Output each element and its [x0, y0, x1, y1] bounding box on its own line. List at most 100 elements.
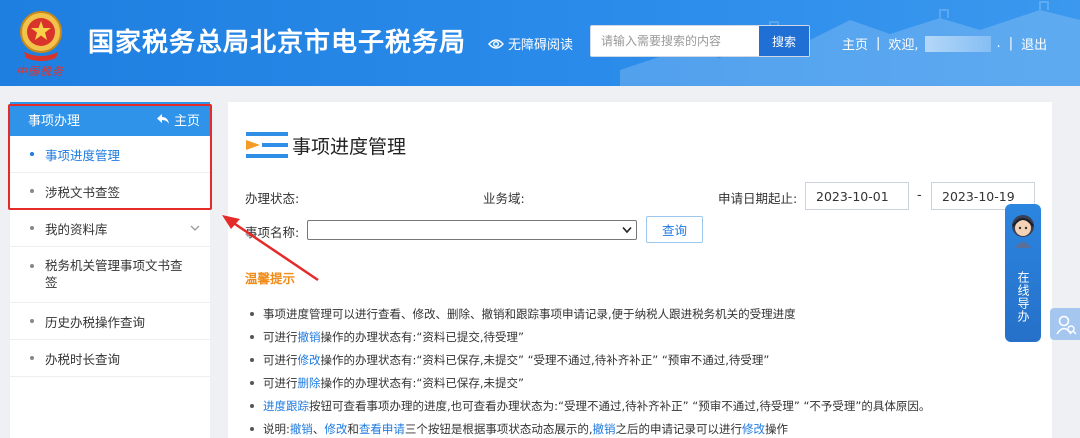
- tip-text: 可进行删除操作的办理状态有:“资料已保存,未提交”: [263, 375, 524, 391]
- accessibility-label: 无障碍阅读: [508, 38, 574, 53]
- header-links: 主页 | 欢迎, . | 退出: [842, 34, 1047, 53]
- tip-highlight-link: 撤销: [592, 421, 616, 436]
- sidebar-home-link[interactable]: 主页: [156, 110, 200, 129]
- tip-segment: 可进行: [263, 375, 298, 390]
- separator: |: [1008, 36, 1014, 51]
- tip-text: 可进行撤销操作的办理状态有:“资料已提交,待受理”: [263, 329, 524, 345]
- trailing-dot: .: [996, 36, 1001, 51]
- status-label: 办理状态:: [245, 191, 300, 206]
- search-box: 搜索: [590, 25, 810, 57]
- separator: |: [876, 36, 881, 51]
- tip-text: 说明:撤销、修改和查看申请三个按钮是根据事项状态动态展示的,撤销之后的申请记录可…: [263, 421, 788, 437]
- bullet-dot: [30, 226, 34, 230]
- user-service-button[interactable]: [1050, 308, 1080, 340]
- sidebar-item-authority-documents[interactable]: 税务机关管理事项文书查 签: [10, 247, 210, 303]
- sidebar-item-label: 历史办税操作查询: [45, 314, 146, 330]
- sidebar-home-label: 主页: [173, 113, 200, 129]
- tips-title: 温馨提示: [245, 271, 296, 286]
- home-link[interactable]: 主页: [842, 34, 868, 53]
- tip-segment: 操作的办理状态有:“资料已提交,待受理”: [320, 329, 524, 344]
- sidebar-item-duration-query[interactable]: 办税时长查询: [10, 340, 210, 377]
- bullet-dot: [250, 403, 254, 408]
- tip-segment: 之后的申请记录可以进行: [615, 421, 743, 436]
- tip-highlight-link: 修改: [742, 421, 766, 436]
- search-button[interactable]: 搜索: [759, 26, 809, 56]
- tips-list: 事项进度管理可以进行查看、修改、删除、撤销和跟踪事项申请记录,便于纳税人跟进税务…: [250, 302, 1040, 438]
- tip-text: 可进行修改操作的办理状态有:“资料已保存,未提交” “受理不通过,待补齐补正” …: [263, 352, 769, 368]
- tip-segment: 可进行: [263, 352, 298, 367]
- tip-segment: 、: [312, 421, 325, 436]
- tip-highlight-link: 撤销: [289, 421, 313, 436]
- tip-item: 进度跟踪按钮可查看事项办理的进度,也可查看办理状态为:“受理不通过,待补齐补正”…: [250, 394, 1040, 417]
- sidebar-item-tax-document-sign[interactable]: 涉税文书查签: [10, 173, 210, 210]
- sidebar-item-my-library[interactable]: 我的资料库: [10, 210, 210, 247]
- date-from-input[interactable]: 2023-10-01: [805, 182, 909, 210]
- bullet-dot: [30, 319, 34, 323]
- tip-segment: 可进行: [263, 329, 298, 344]
- main-panel: 事项进度管理 办理状态: 业务域: 申请日期起止: 2023-10-01 - 2…: [228, 102, 1052, 438]
- item-name-select[interactable]: [307, 220, 637, 240]
- tip-segment: 操作: [765, 421, 789, 436]
- sidebar-item-label: 我的资料库: [45, 221, 108, 237]
- label-line-2: 签: [45, 275, 58, 290]
- online-guide-widget[interactable]: 在线导办: [1005, 204, 1041, 342]
- domain-label: 业务域:: [483, 191, 525, 206]
- list-title-icon: [246, 132, 288, 158]
- welcome-text: 欢迎,: [888, 38, 919, 53]
- sidebar-item-label: 涉税文书查签: [45, 184, 121, 200]
- sidebar-item-label: 办税时长查询: [45, 351, 121, 367]
- sidebar: 事项办理 主页 事项进度管理 涉税文书查签 我的资料库 税务机关管理事项文书查 …: [10, 102, 210, 438]
- bullet-dot: [30, 264, 34, 268]
- site-title: 国家税务总局北京市电子税务局: [88, 28, 467, 58]
- eye-icon: [488, 38, 504, 49]
- tip-segment: 操作的办理状态有:“资料已保存,未提交” “受理不通过,待补齐补正” “预审不通…: [320, 352, 770, 367]
- tip-item: 可进行删除操作的办理状态有:“资料已保存,未提交”: [250, 371, 1040, 394]
- tip-item: 可进行修改操作的办理状态有:“资料已保存,未提交” “受理不通过,待补齐补正” …: [250, 348, 1040, 371]
- item-name-label: 事项名称:: [245, 225, 300, 240]
- bullet-dot: [250, 426, 254, 431]
- masked-username: [924, 35, 991, 52]
- tip-highlight-link: 撤销: [297, 329, 321, 344]
- emblem-caption: 中国税务: [16, 65, 64, 78]
- query-button[interactable]: 查询: [646, 216, 703, 243]
- user-search-icon: [1056, 315, 1077, 335]
- sidebar-section-title: 事项办理: [28, 113, 81, 129]
- chevron-down-icon: [190, 225, 200, 231]
- bullet-dot: [30, 189, 34, 193]
- online-guide-label: 在线导办: [1016, 271, 1030, 323]
- tip-text: 事项进度管理可以进行查看、修改、删除、撤销和跟踪事项申请记录,便于纳税人跟进税务…: [263, 306, 796, 322]
- tip-segment: 说明:: [263, 421, 290, 436]
- sidebar-item-label: 事项进度管理: [45, 147, 121, 163]
- bullet-dot: [250, 357, 254, 362]
- bullet-dot: [30, 356, 34, 360]
- tip-segment: 三个按钮是根据事项状态动态展示的,: [404, 421, 593, 436]
- label-line-1: 税务机关管理事项文书查: [45, 258, 183, 273]
- bullet-dot: [250, 334, 254, 339]
- tip-segment: 和: [347, 421, 359, 436]
- sidebar-header: 事项办理 主页: [10, 102, 210, 136]
- logout-link[interactable]: 退出: [1021, 34, 1047, 53]
- tip-item: 说明:撤销、修改和查看申请三个按钮是根据事项状态动态展示的,撤销之后的申请记录可…: [250, 417, 1040, 438]
- page-title-wrap: 事项进度管理: [246, 130, 406, 160]
- date-range-label: 申请日期起止:: [718, 191, 798, 206]
- sidebar-item-progress-management[interactable]: 事项进度管理: [10, 136, 210, 173]
- customer-service-avatar-icon: [1012, 215, 1034, 248]
- accessibility-reading-link[interactable]: 无障碍阅读: [488, 34, 573, 53]
- bullet-dot: [250, 380, 254, 385]
- tip-text: 进度跟踪按钮可查看事项办理的进度,也可查看办理状态为:“受理不通过,待补齐补正”…: [263, 398, 930, 414]
- tip-item: 事项进度管理可以进行查看、修改、删除、撤销和跟踪事项申请记录,便于纳税人跟进税务…: [250, 302, 1040, 325]
- tip-highlight-link: 删除: [297, 375, 321, 390]
- tip-highlight-link: 查看申请: [358, 421, 405, 436]
- chevron-down-icon: [622, 226, 632, 234]
- page-title: 事项进度管理: [292, 135, 407, 158]
- tax-emblem-icon: [20, 11, 62, 61]
- search-input[interactable]: [591, 26, 759, 56]
- tip-segment: 事项进度管理可以进行查看、修改、删除、撤销和跟踪事项申请记录,便于纳税人跟进税务…: [263, 306, 796, 321]
- sidebar-item-label: 税务机关管理事项文书查 签: [45, 257, 183, 291]
- tip-segment: 操作的办理状态有:“资料已保存,未提交”: [320, 375, 524, 390]
- bullet-dot: [250, 311, 254, 316]
- sidebar-item-history-query[interactable]: 历史办税操作查询: [10, 303, 210, 340]
- tip-highlight-link: 修改: [297, 352, 321, 367]
- tip-item: 可进行撤销操作的办理状态有:“资料已提交,待受理”: [250, 325, 1040, 348]
- bullet-dot: [30, 152, 34, 156]
